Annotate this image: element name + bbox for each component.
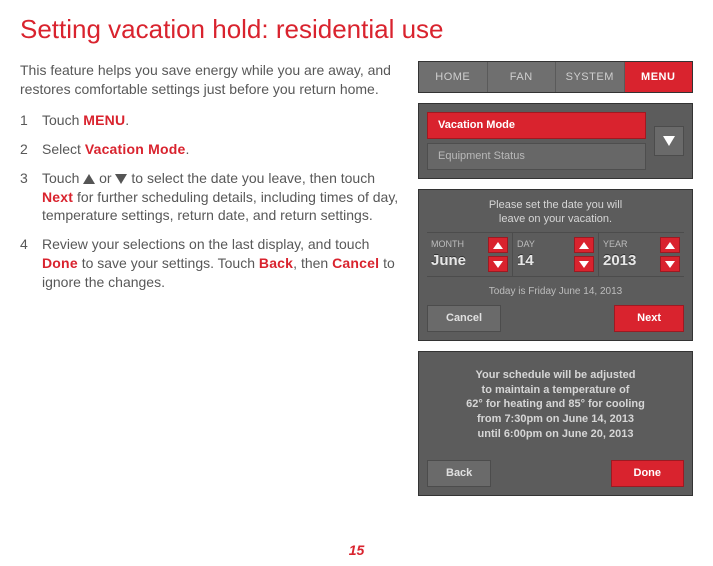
date-panel: Please set the date you will leave on yo… (418, 189, 693, 341)
year-label: YEAR (603, 238, 628, 250)
month-down-button[interactable] (488, 256, 508, 272)
date-prompt: Please set the date you will leave on yo… (419, 190, 692, 231)
cancel-button[interactable]: Cancel (427, 305, 501, 332)
arrow-down-icon (665, 261, 675, 268)
day-column: DAY 14 (512, 233, 598, 276)
step-3-text: Touch or to select the date you leave, t… (42, 169, 400, 226)
step-num-3: 3 (20, 169, 42, 226)
year-value: 2013 (603, 251, 636, 271)
step-num-1: 1 (20, 111, 42, 130)
next-button[interactable]: Next (614, 305, 684, 332)
tab-fan[interactable]: FAN (488, 62, 557, 92)
arrow-up-icon (579, 242, 589, 249)
day-label: DAY (517, 238, 535, 250)
menu-item-equipment-status[interactable]: Equipment Status (427, 143, 646, 170)
arrow-down-icon (115, 174, 127, 184)
arrow-down-icon (579, 261, 589, 268)
page-title: Setting vacation hold: residential use (20, 12, 693, 47)
arrow-down-icon (493, 261, 503, 268)
step-num-2: 2 (20, 140, 42, 159)
step-1-text: Touch MENU. (42, 111, 400, 130)
month-value: June (431, 251, 466, 271)
summary-panel: Your schedule will be adjusted to mainta… (418, 351, 693, 496)
back-button[interactable]: Back (427, 460, 491, 487)
menu-item-vacation-mode[interactable]: Vacation Mode (427, 112, 646, 139)
tab-home[interactable]: HOME (419, 62, 488, 92)
page-number: 15 (0, 541, 713, 560)
menu-panel: Vacation Mode Equipment Status (418, 103, 693, 179)
menu-scroll-down-button[interactable] (654, 126, 684, 156)
tab-menu[interactable]: MENU (625, 62, 693, 92)
year-up-button[interactable] (660, 237, 680, 253)
month-up-button[interactable] (488, 237, 508, 253)
day-up-button[interactable] (574, 237, 594, 253)
year-down-button[interactable] (660, 256, 680, 272)
month-label: MONTH (431, 238, 464, 250)
done-button[interactable]: Done (611, 460, 685, 487)
month-column: MONTH June (427, 233, 512, 276)
tab-system[interactable]: SYSTEM (556, 62, 625, 92)
summary-text: Your schedule will be adjusted to mainta… (419, 352, 692, 460)
day-value: 14 (517, 251, 534, 271)
chevron-down-icon (663, 136, 675, 146)
intro-text: This feature helps you save energy while… (20, 61, 400, 99)
tabs-panel: HOME FAN SYSTEM MENU (418, 61, 693, 93)
year-column: YEAR 2013 (598, 233, 684, 276)
step-4-text: Review your selections on the last displ… (42, 235, 400, 292)
arrow-up-icon (665, 242, 675, 249)
step-2-text: Select Vacation Mode. (42, 140, 400, 159)
arrow-up-icon (493, 242, 503, 249)
day-down-button[interactable] (574, 256, 594, 272)
arrow-up-icon (83, 174, 95, 184)
step-num-4: 4 (20, 235, 42, 292)
today-text: Today is Friday June 14, 2013 (419, 281, 692, 305)
